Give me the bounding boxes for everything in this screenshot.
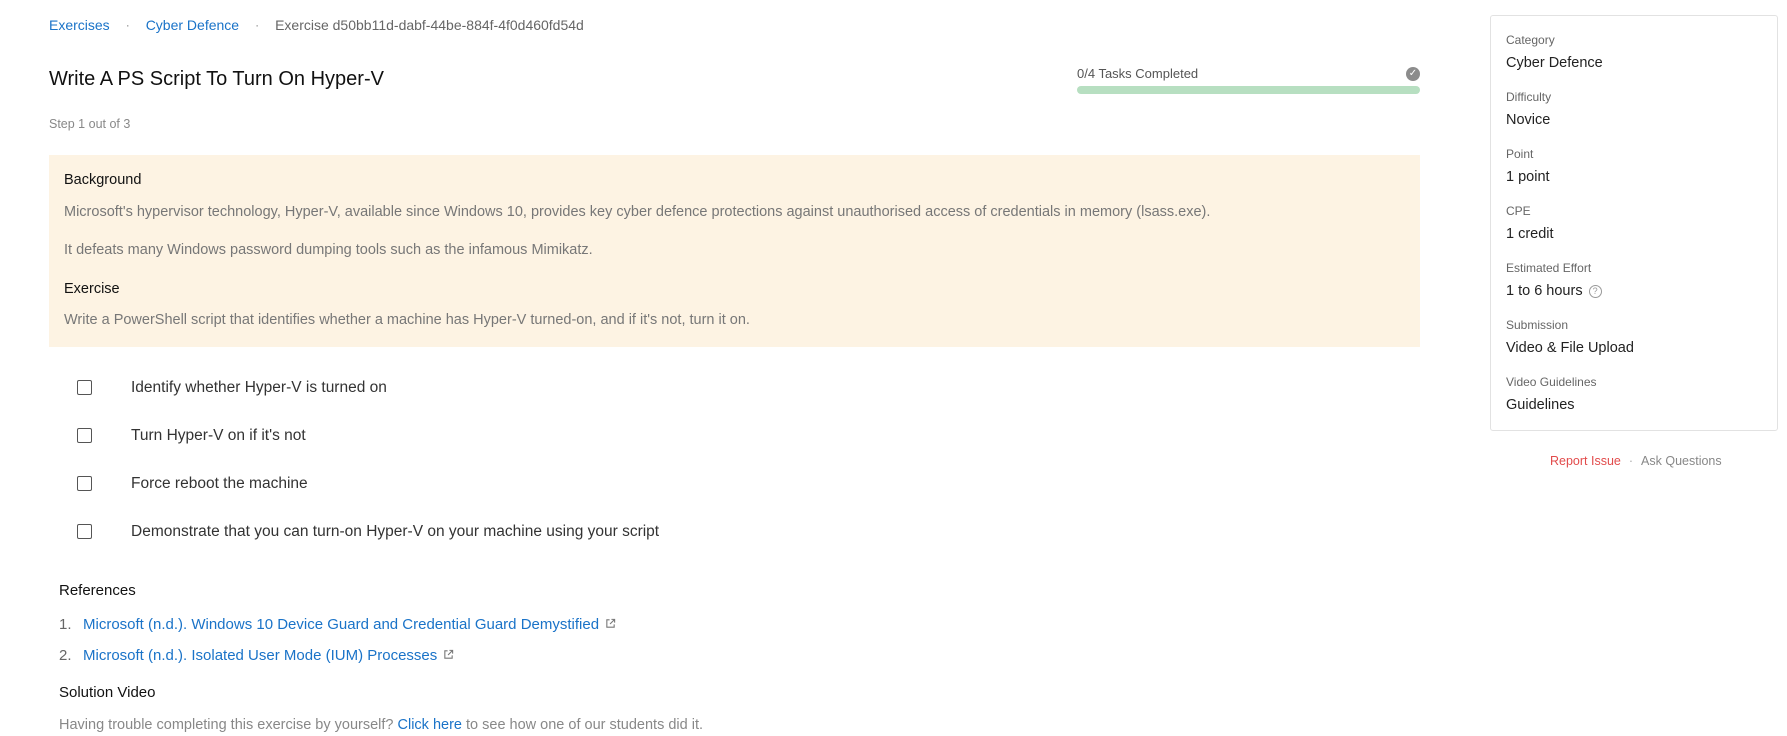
submission-value: Video & File Upload	[1506, 340, 1634, 356]
task-item[interactable]: Force reboot the machine	[77, 475, 308, 492]
difficulty-value: Novice	[1506, 112, 1551, 128]
background-paragraph: It defeats many Windows password dumping…	[64, 242, 593, 258]
effort-label: Estimated Effort	[1506, 261, 1592, 275]
background-heading: Background	[64, 172, 142, 188]
submission-label: Submission	[1506, 318, 1569, 332]
breadcrumb-separator: ·	[125, 18, 130, 32]
reference-link[interactable]: Microsoft (n.d.). Isolated User Mode (IU…	[83, 647, 437, 664]
exercise-paragraph: Write a PowerShell script that identifie…	[64, 312, 750, 328]
ask-questions-link[interactable]: Ask Questions	[1641, 454, 1722, 468]
reference-number: 2.	[59, 647, 72, 664]
solution-heading: Solution Video	[59, 684, 156, 701]
breadcrumb-exercises[interactable]: Exercises	[49, 17, 110, 33]
solution-link[interactable]: Click here	[398, 717, 462, 733]
breadcrumb-cyber-defence[interactable]: Cyber Defence	[146, 17, 239, 33]
category-value: Cyber Defence	[1506, 55, 1603, 71]
help-icon[interactable]: ?	[1588, 284, 1602, 298]
task-label: Turn Hyper-V on if it's not	[131, 426, 306, 444]
solution-prefix: Having trouble completing this exercise …	[59, 717, 394, 733]
effort-text: 1 to 6 hours	[1506, 283, 1583, 299]
report-issue-link[interactable]: Report Issue	[1550, 454, 1621, 468]
effort-value: 1 to 6 hours ?	[1506, 283, 1602, 299]
breadcrumb: Exercises · Cyber Defence · Exercise d50…	[49, 17, 584, 33]
support-links: Report Issue · Ask Questions	[1550, 454, 1722, 468]
difficulty-label: Difficulty	[1506, 90, 1552, 104]
exercise-heading: Exercise	[64, 281, 120, 297]
background-paragraph: Microsoft's hypervisor technology, Hyper…	[64, 204, 1211, 220]
breadcrumb-current: Exercise d50bb11d-dabf-44be-884f-4f0d460…	[275, 17, 584, 33]
task-checkbox[interactable]	[77, 380, 92, 395]
breadcrumb-separator: ·	[255, 18, 260, 32]
task-label: Demonstrate that you can turn-on Hyper-V…	[131, 522, 660, 540]
external-link-icon[interactable]	[605, 616, 616, 633]
task-checkbox[interactable]	[77, 476, 92, 491]
external-link-icon[interactable]	[443, 647, 454, 664]
step-indicator: Step 1 out of 3	[49, 117, 131, 131]
reference-item: 2. Microsoft (n.d.). Isolated User Mode …	[59, 647, 454, 664]
cpe-label: CPE	[1506, 204, 1531, 218]
task-label: Identify whether Hyper-V is turned on	[131, 378, 387, 396]
progress-bar	[1077, 86, 1420, 94]
exercise-description: Background Microsoft's hypervisor techno…	[49, 155, 1420, 347]
point-value: 1 point	[1506, 169, 1550, 185]
task-item[interactable]: Identify whether Hyper-V is turned on	[77, 379, 387, 396]
task-progress: 0/4 Tasks Completed ✓	[1077, 66, 1420, 94]
reference-item: 1. Microsoft (n.d.). Windows 10 Device G…	[59, 616, 616, 633]
link-separator: ·	[1628, 454, 1634, 468]
task-item[interactable]: Turn Hyper-V on if it's not	[77, 427, 306, 444]
solution-suffix: to see how one of our students did it.	[466, 717, 703, 733]
guidelines-link[interactable]: Guidelines	[1506, 397, 1575, 413]
task-item[interactable]: Demonstrate that you can turn-on Hyper-V…	[77, 523, 659, 540]
point-label: Point	[1506, 147, 1534, 161]
task-checkbox[interactable]	[77, 524, 92, 539]
category-label: Category	[1506, 33, 1555, 47]
progress-label: 0/4 Tasks Completed	[1077, 66, 1199, 81]
exercise-info-panel: Category Cyber Defence Difficulty Novice…	[1490, 15, 1778, 431]
task-checkbox[interactable]	[77, 428, 92, 443]
video-guidelines-label: Video Guidelines	[1506, 375, 1597, 389]
cpe-value: 1 credit	[1506, 226, 1554, 242]
references-heading: References	[59, 582, 136, 599]
task-label: Force reboot the machine	[131, 474, 308, 492]
reference-number: 1.	[59, 616, 72, 633]
page-title: Write A PS Script To Turn On Hyper-V	[49, 68, 384, 90]
solution-text: Having trouble completing this exercise …	[59, 717, 703, 733]
reference-link[interactable]: Microsoft (n.d.). Windows 10 Device Guar…	[83, 616, 599, 633]
check-circle-icon: ✓	[1406, 67, 1420, 81]
